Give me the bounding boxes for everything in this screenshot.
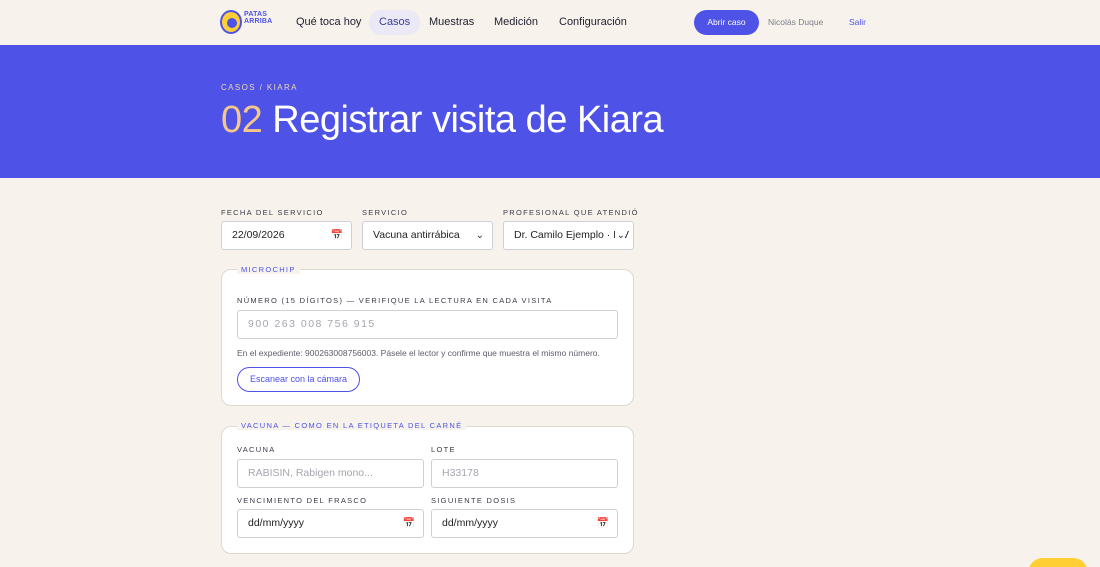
nav-item-medicion[interactable]: Medición: [484, 10, 548, 35]
chevron-down-icon: ⌄: [614, 222, 625, 249]
expiry-label: VENCIMIENTO DEL FRASCO: [237, 496, 368, 505]
microchip-input[interactable]: 900 263 008 756 915: [237, 310, 618, 339]
vaccine-legend: VACUNA — COMO EN LA ETIQUETA DEL CARNÉ: [237, 421, 467, 430]
breadcrumb[interactable]: CASOS / KIARA: [221, 83, 298, 92]
open-case-button[interactable]: Abrir caso: [694, 10, 759, 35]
calendar-icon[interactable]: 📅: [597, 510, 609, 537]
service-select[interactable]: Vacuna antirrábica ⌄: [362, 221, 493, 250]
microchip-legend: MICROCHIP: [237, 265, 300, 274]
lot-label: LOTE: [431, 445, 456, 454]
vaccine-name-label: VACUNA: [237, 445, 276, 454]
expiry-date-value: dd/mm/yyyy: [248, 517, 305, 529]
professional-select[interactable]: Dr. Camilo Ejemplo · MV ⌄: [503, 221, 634, 250]
nav-item-muestras[interactable]: Muestras: [419, 10, 484, 35]
logout-link[interactable]: Salir: [849, 10, 866, 35]
page-title: 02 Registrar visita de Kiara: [221, 97, 664, 143]
microchip-hint: En el expediente: 900263008756003. Pásel…: [237, 348, 600, 358]
service-value: Vacuna antirrábica: [373, 229, 460, 241]
chevron-down-icon: ⌄: [475, 230, 484, 241]
dog-face-icon: [227, 18, 237, 28]
logo-text: PATAS ARRIBA: [244, 11, 273, 25]
nav-item-hoy[interactable]: Qué toca hoy: [286, 10, 371, 35]
nav-item-casos[interactable]: Casos: [369, 10, 421, 35]
professional-label: PROFESIONAL QUE ATENDIÓ: [503, 208, 639, 217]
app-logo[interactable]: PATAS ARRIBA: [220, 10, 272, 34]
date-input[interactable]: 22/09/2026 📅: [221, 221, 352, 250]
date-value: 22/09/2026: [232, 229, 285, 241]
next-dose-value: dd/mm/yyyy: [442, 517, 499, 529]
professional-value: Dr. Camilo Ejemplo · MV: [514, 229, 629, 241]
calendar-icon[interactable]: 📅: [331, 222, 343, 249]
floating-action-button[interactable]: [1028, 558, 1088, 567]
expiry-date-input[interactable]: dd/mm/yyyy 📅: [237, 509, 424, 538]
hero-banner: CASOS / KIARA 02 Registrar visita de Kiar…: [0, 45, 1100, 178]
vaccine-name-input[interactable]: RABISIN, Rabigen mono...: [237, 459, 424, 488]
service-label: SERVICIO: [362, 208, 409, 217]
next-dose-label: SIGUIENTE DOSIS: [431, 496, 517, 505]
logo-badge: [220, 10, 242, 34]
top-nav: PATAS ARRIBA Qué toca hoy Casos Muestras…: [0, 0, 1100, 45]
date-label: FECHA DEL SERVICIO: [221, 208, 324, 217]
scan-camera-button[interactable]: Escanear con la cámara: [237, 367, 361, 392]
microchip-number-label: NÚMERO (15 DÍGITOS) — VERIFIQUE LA LECTU…: [237, 296, 553, 305]
step-number: 02: [221, 99, 263, 141]
calendar-icon[interactable]: 📅: [403, 510, 415, 537]
page-title-text: Registrar visita de Kiara: [272, 99, 664, 141]
nav-item-configuracion[interactable]: Configuración: [549, 10, 637, 35]
lot-input[interactable]: H33178: [431, 459, 618, 488]
user-name: Nicolás Duque: [768, 17, 824, 27]
next-dose-input[interactable]: dd/mm/yyyy 📅: [431, 509, 618, 538]
